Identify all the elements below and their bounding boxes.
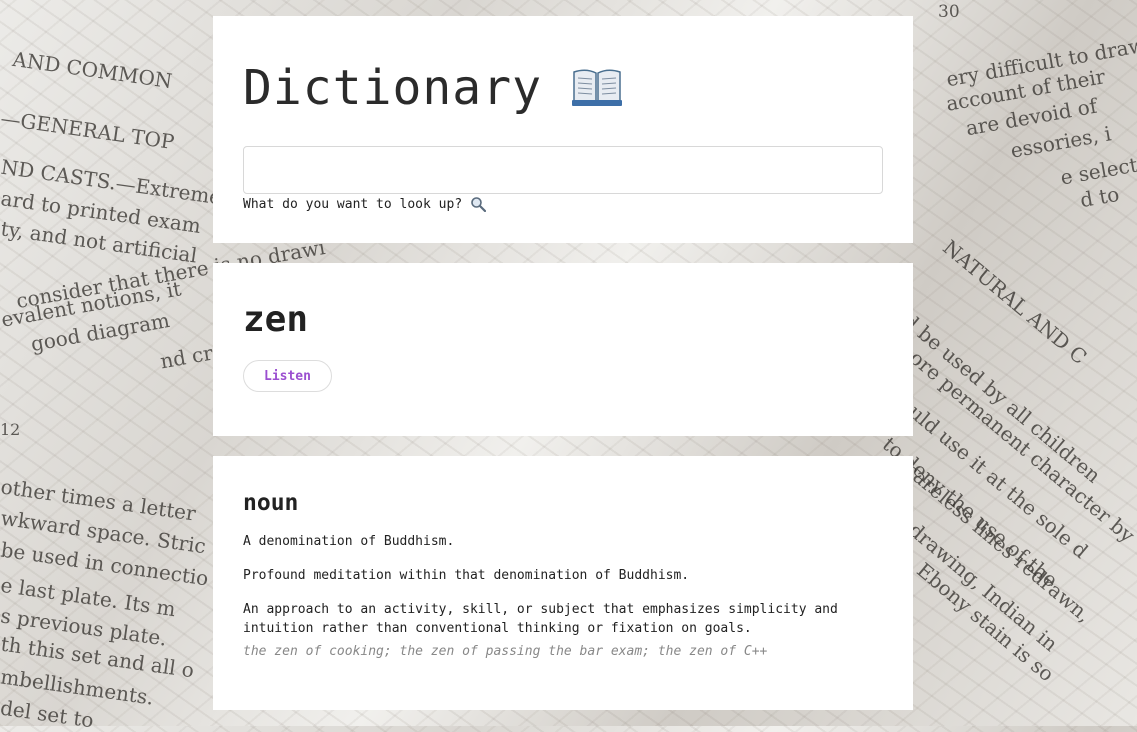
bg-text: AND COMMON	[11, 46, 174, 94]
meaning-card: noun A denomination of Buddhism. Profoun…	[213, 456, 913, 710]
word-card: zen Listen	[213, 263, 913, 436]
app-title: Dictionary	[243, 60, 542, 116]
search-label: What do you want to look up?	[243, 196, 463, 212]
part-of-speech: noun	[243, 490, 299, 516]
definition-item: An approach to an activity, skill, or su…	[243, 602, 838, 636]
bg-text: 30	[938, 2, 960, 22]
search-input[interactable]	[243, 146, 883, 194]
definition-example: the zen of cooking; the zen of passing t…	[243, 644, 768, 659]
bg-text: del set to	[0, 695, 96, 732]
header-card: Dictionary What do you want to look up?	[213, 16, 913, 243]
bg-text: e selecte	[1058, 150, 1137, 190]
definition-item: Profound meditation within that denomina…	[243, 568, 690, 583]
definition-item: A denomination of Buddhism.	[243, 534, 455, 549]
open-book-icon	[571, 66, 622, 106]
bg-text: nd cr	[158, 340, 215, 374]
bg-text: 12	[0, 420, 21, 439]
search-label-row: What do you want to look up?	[243, 196, 487, 213]
magnifying-glass-icon	[470, 196, 487, 213]
title-row: Dictionary	[243, 60, 622, 116]
bg-text: d to	[1078, 181, 1122, 213]
bg-text: —GENERAL TOP	[0, 105, 176, 155]
definition-list: A denomination of Buddhism. Profound med…	[243, 532, 863, 676]
listen-button[interactable]: Listen	[243, 360, 332, 392]
word-heading: zen	[243, 299, 309, 340]
